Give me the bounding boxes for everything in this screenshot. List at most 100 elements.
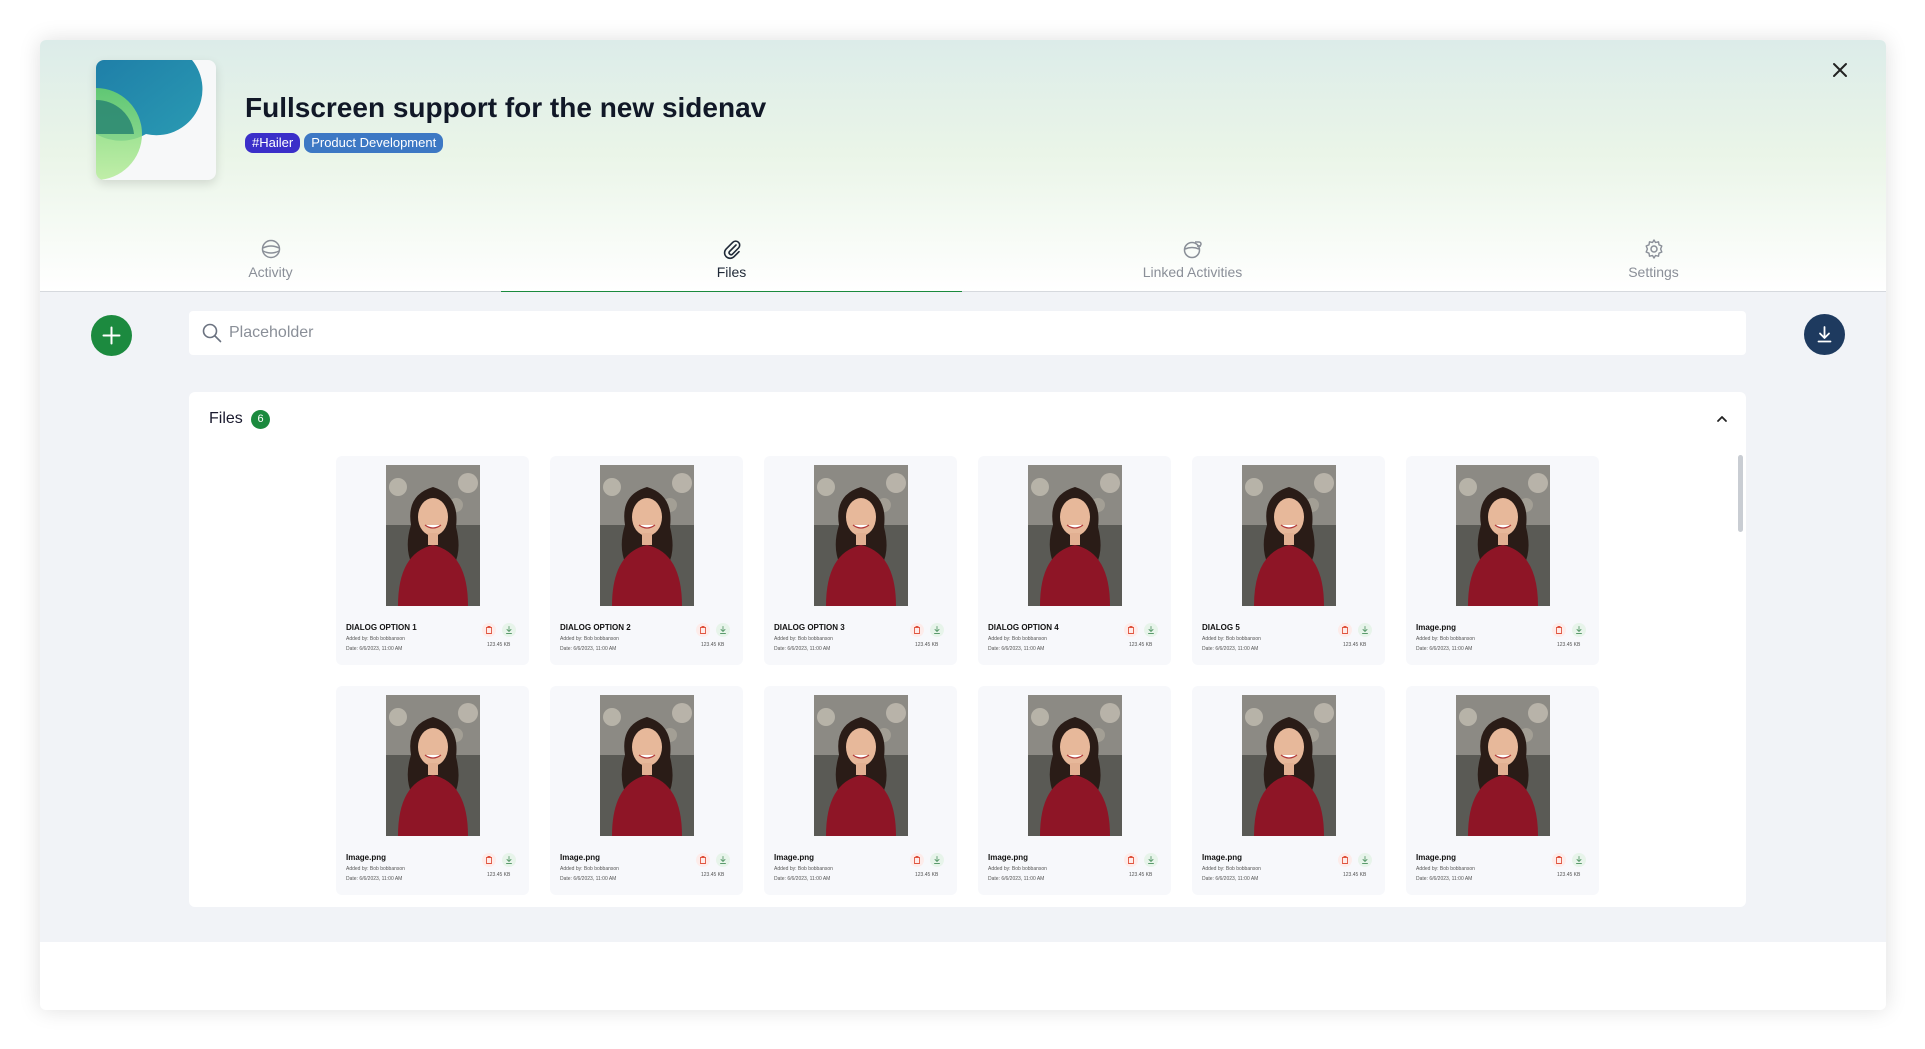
download-icon	[720, 626, 726, 634]
download-file-button[interactable]	[930, 623, 944, 637]
delete-file-button[interactable]	[1338, 853, 1352, 867]
activity-icon	[261, 239, 280, 259]
file-card[interactable]: DIALOG OPTION 3 Added by: Bob bobbanson …	[764, 456, 957, 665]
search-box	[189, 311, 1746, 355]
file-name: Image.png	[560, 853, 601, 862]
file-size: 123.45 KB	[701, 642, 725, 648]
file-date: Date: 6/6/2023, 11:00 AM	[1202, 876, 1259, 882]
file-added-by: Added by: Bob bobbanson	[774, 636, 833, 642]
file-name: DIALOG OPTION 2	[560, 623, 631, 632]
file-thumbnail	[600, 695, 694, 836]
file-added-by: Added by: Bob bobbanson	[560, 636, 619, 642]
file-name: DIALOG OPTION 3	[774, 623, 845, 632]
delete-file-button[interactable]	[910, 623, 924, 637]
file-added-by: Added by: Bob bobbanson	[774, 866, 833, 872]
delete-file-button[interactable]	[910, 853, 924, 867]
tag-list: #Hailer Product Development	[245, 133, 444, 153]
file-name: Image.png	[1416, 853, 1457, 862]
file-card[interactable]: Image.png Added by: Bob bobbanson Date: …	[1192, 686, 1385, 895]
download-file-button[interactable]	[1358, 853, 1372, 867]
file-added-by: Added by: Bob bobbanson	[1416, 866, 1475, 872]
trash-icon	[700, 856, 706, 864]
delete-file-button[interactable]	[1552, 623, 1566, 637]
download-file-button[interactable]	[1358, 623, 1372, 637]
tab-linked-activities[interactable]: Linked Activities	[962, 234, 1423, 292]
download-icon	[1148, 626, 1154, 634]
file-card[interactable]: Image.png Added by: Bob bobbanson Date: …	[550, 686, 743, 895]
download-icon	[506, 626, 512, 634]
tab-settings-label: Settings	[1628, 264, 1679, 280]
activity-logo	[96, 60, 216, 180]
file-card[interactable]: DIALOG OPTION 4 Added by: Bob bobbanson …	[978, 456, 1171, 665]
linked-activities-icon	[1183, 241, 1202, 259]
plus-icon	[102, 326, 121, 345]
tag-product-development[interactable]: Product Development	[304, 133, 444, 153]
file-card[interactable]: DIALOG OPTION 1 Added by: Bob bobbanson …	[336, 456, 529, 665]
file-thumbnail	[814, 465, 908, 606]
file-size: 123.45 KB	[487, 642, 511, 648]
tab-activity-label: Activity	[248, 264, 293, 280]
download-file-button[interactable]	[1144, 853, 1158, 867]
download-file-button[interactable]	[716, 623, 730, 637]
close-button[interactable]	[1828, 58, 1852, 82]
download-file-button[interactable]	[716, 853, 730, 867]
trash-icon	[1556, 856, 1562, 864]
file-size: 123.45 KB	[1129, 872, 1153, 878]
delete-file-button[interactable]	[1552, 853, 1566, 867]
download-file-button[interactable]	[1144, 623, 1158, 637]
delete-file-button[interactable]	[1338, 623, 1352, 637]
download-all-button[interactable]	[1804, 314, 1845, 355]
search-input[interactable]	[229, 311, 1729, 355]
file-added-by: Added by: Bob bobbanson	[346, 636, 405, 642]
gear-icon	[1645, 239, 1662, 259]
file-date: Date: 6/6/2023, 11:00 AM	[346, 646, 403, 652]
file-thumbnail	[600, 465, 694, 606]
download-file-button[interactable]	[930, 853, 944, 867]
file-size: 123.45 KB	[487, 872, 511, 878]
add-file-button[interactable]	[91, 315, 132, 356]
download-icon	[934, 626, 940, 634]
file-grid: DIALOG OPTION 1 Added by: Bob bobbanson …	[336, 456, 1606, 895]
file-card[interactable]: Image.png Added by: Bob bobbanson Date: …	[1406, 456, 1599, 665]
trash-icon	[486, 856, 492, 864]
file-thumbnail	[1456, 695, 1550, 836]
delete-file-button[interactable]	[482, 623, 496, 637]
files-scrollbar[interactable]	[1738, 455, 1743, 532]
file-added-by: Added by: Bob bobbanson	[1202, 636, 1261, 642]
file-card[interactable]: Image.png Added by: Bob bobbanson Date: …	[336, 686, 529, 895]
delete-file-button[interactable]	[696, 623, 710, 637]
files-panel: Files 6 DIALOG OPTION 1 Added by: Bob bo…	[189, 392, 1746, 907]
download-file-button[interactable]	[502, 853, 516, 867]
paperclip-icon	[723, 240, 740, 260]
file-card[interactable]: DIALOG 5 Added by: Bob bobbanson Date: 6…	[1192, 456, 1385, 665]
delete-file-button[interactable]	[1124, 623, 1138, 637]
tab-files[interactable]: Files	[501, 234, 962, 293]
download-icon	[1817, 326, 1832, 343]
trash-icon	[1128, 626, 1134, 634]
tab-activity[interactable]: Activity	[40, 234, 501, 292]
delete-file-button[interactable]	[1124, 853, 1138, 867]
file-name: Image.png	[346, 853, 387, 862]
file-card[interactable]: Image.png Added by: Bob bobbanson Date: …	[1406, 686, 1599, 895]
tab-bar: Activity Files Linked Activities Setting…	[40, 234, 1886, 293]
download-file-button[interactable]	[1572, 853, 1586, 867]
file-thumbnail	[386, 695, 480, 836]
download-file-button[interactable]	[1572, 623, 1586, 637]
file-name: Image.png	[988, 853, 1029, 862]
file-size: 123.45 KB	[1343, 872, 1367, 878]
file-date: Date: 6/6/2023, 11:00 AM	[774, 876, 831, 882]
tag-hailer[interactable]: #Hailer	[245, 133, 301, 153]
file-size: 123.45 KB	[1343, 642, 1367, 648]
file-card[interactable]: DIALOG OPTION 2 Added by: Bob bobbanson …	[550, 456, 743, 665]
file-size: 123.45 KB	[1557, 872, 1581, 878]
download-icon	[1362, 626, 1368, 634]
collapse-files-button[interactable]	[1712, 409, 1732, 429]
close-icon	[1833, 63, 1847, 77]
delete-file-button[interactable]	[696, 853, 710, 867]
file-card[interactable]: Image.png Added by: Bob bobbanson Date: …	[978, 686, 1171, 895]
tab-settings[interactable]: Settings	[1423, 234, 1884, 292]
file-card[interactable]: Image.png Added by: Bob bobbanson Date: …	[764, 686, 957, 895]
delete-file-button[interactable]	[482, 853, 496, 867]
files-count-badge: 6	[251, 410, 270, 429]
download-file-button[interactable]	[502, 623, 516, 637]
